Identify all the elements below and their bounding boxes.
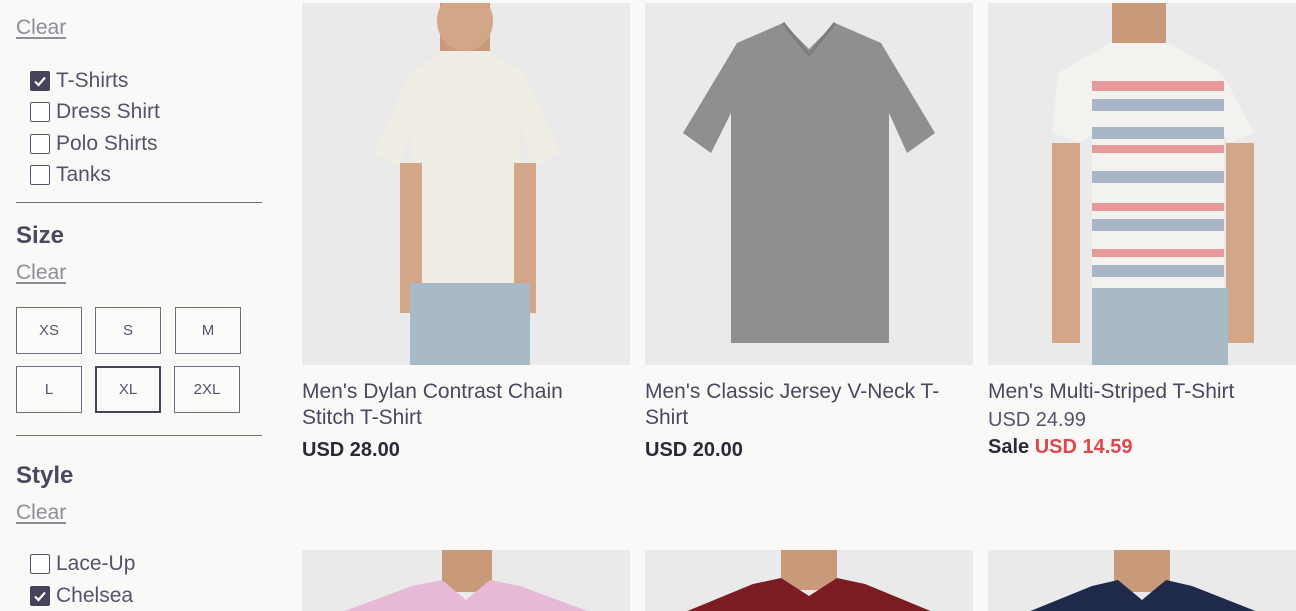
product-original-price: USD 24.99 — [988, 409, 1086, 431]
filter-option-t-shirts[interactable]: T-Shirts — [30, 68, 128, 94]
product-image[interactable] — [988, 3, 1296, 365]
size-2xl-button[interactable]: 2XL — [174, 366, 240, 413]
size-xs-button[interactable]: XS — [16, 307, 82, 354]
size-m-button[interactable]: M — [175, 307, 241, 354]
sale-label: Sale — [988, 436, 1030, 458]
product-card[interactable]: Men's Multi-Striped T-Shirt USD 24.99 Sa… — [988, 3, 1296, 459]
section-divider — [16, 435, 262, 436]
product-card[interactable]: Men's Dylan Contrast Chain Stitch T-Shir… — [302, 3, 630, 462]
product-name[interactable]: Men's Dylan Contrast Chain Stitch T-Shir… — [302, 379, 630, 431]
product-image[interactable] — [302, 3, 630, 365]
checkbox[interactable] — [30, 134, 50, 154]
product-price: USD 20.00 — [645, 439, 743, 461]
checkmark-icon — [34, 76, 46, 87]
size-clear-link[interactable]: Clear — [16, 261, 66, 285]
product-card[interactable]: Men's Classic Jersey V-Neck T-Shirt USD … — [645, 3, 973, 462]
filter-option-polo-shirts[interactable]: Polo Shirts — [30, 131, 158, 157]
polo-shirt-model-image — [988, 550, 1296, 611]
filter-option-label: T-Shirts — [56, 69, 129, 92]
filter-option-dress-shirt[interactable]: Dress Shirt — [30, 99, 160, 125]
product-image[interactable] — [645, 3, 973, 365]
product-sale-row: Sale USD 14.59 — [988, 436, 1296, 459]
style-clear-link[interactable]: Clear — [16, 501, 66, 525]
section-divider — [16, 202, 262, 203]
checkbox[interactable] — [30, 102, 50, 122]
checkbox[interactable] — [30, 554, 50, 574]
style-section-title: Style — [16, 462, 74, 489]
checkmark-icon — [34, 591, 46, 602]
striped-tshirt-model-image — [988, 3, 1296, 365]
product-price: USD 28.00 — [302, 439, 400, 461]
filter-option-label: Lace-Up — [56, 552, 136, 575]
product-card-partial[interactable] — [302, 550, 630, 611]
checkbox-checked[interactable] — [30, 71, 50, 91]
filter-option-label: Tanks — [56, 163, 111, 186]
tshirt-image — [645, 3, 973, 365]
checkbox[interactable] — [30, 165, 50, 185]
filter-option-label: Dress Shirt — [56, 100, 160, 123]
size-section-title: Size — [16, 222, 65, 249]
product-card-partial[interactable] — [645, 550, 973, 611]
size-l-button[interactable]: L — [16, 366, 82, 413]
filter-option-label: Chelsea — [56, 584, 134, 607]
filter-option-chelsea[interactable]: Chelsea — [30, 583, 133, 609]
filter-option-label: Polo Shirts — [56, 132, 158, 155]
product-name[interactable]: Men's Classic Jersey V-Neck T-Shirt — [645, 379, 973, 431]
filter-option-tanks[interactable]: Tanks — [30, 162, 111, 188]
product-name[interactable]: Men's Multi-Striped T-Shirt — [988, 379, 1296, 405]
filter-option-lace-up[interactable]: Lace-Up — [30, 551, 135, 577]
category-clear-link[interactable]: Clear — [16, 16, 66, 40]
dress-shirt-model-image — [302, 550, 630, 611]
product-card-partial[interactable] — [988, 550, 1296, 611]
size-s-button[interactable]: S — [95, 307, 161, 354]
size-xl-button[interactable]: XL — [95, 366, 161, 413]
dress-shirt-model-image — [645, 550, 973, 611]
checkbox-checked[interactable] — [30, 586, 50, 606]
tshirt-model-image — [302, 3, 630, 365]
sale-price: USD 14.59 — [1034, 436, 1133, 458]
